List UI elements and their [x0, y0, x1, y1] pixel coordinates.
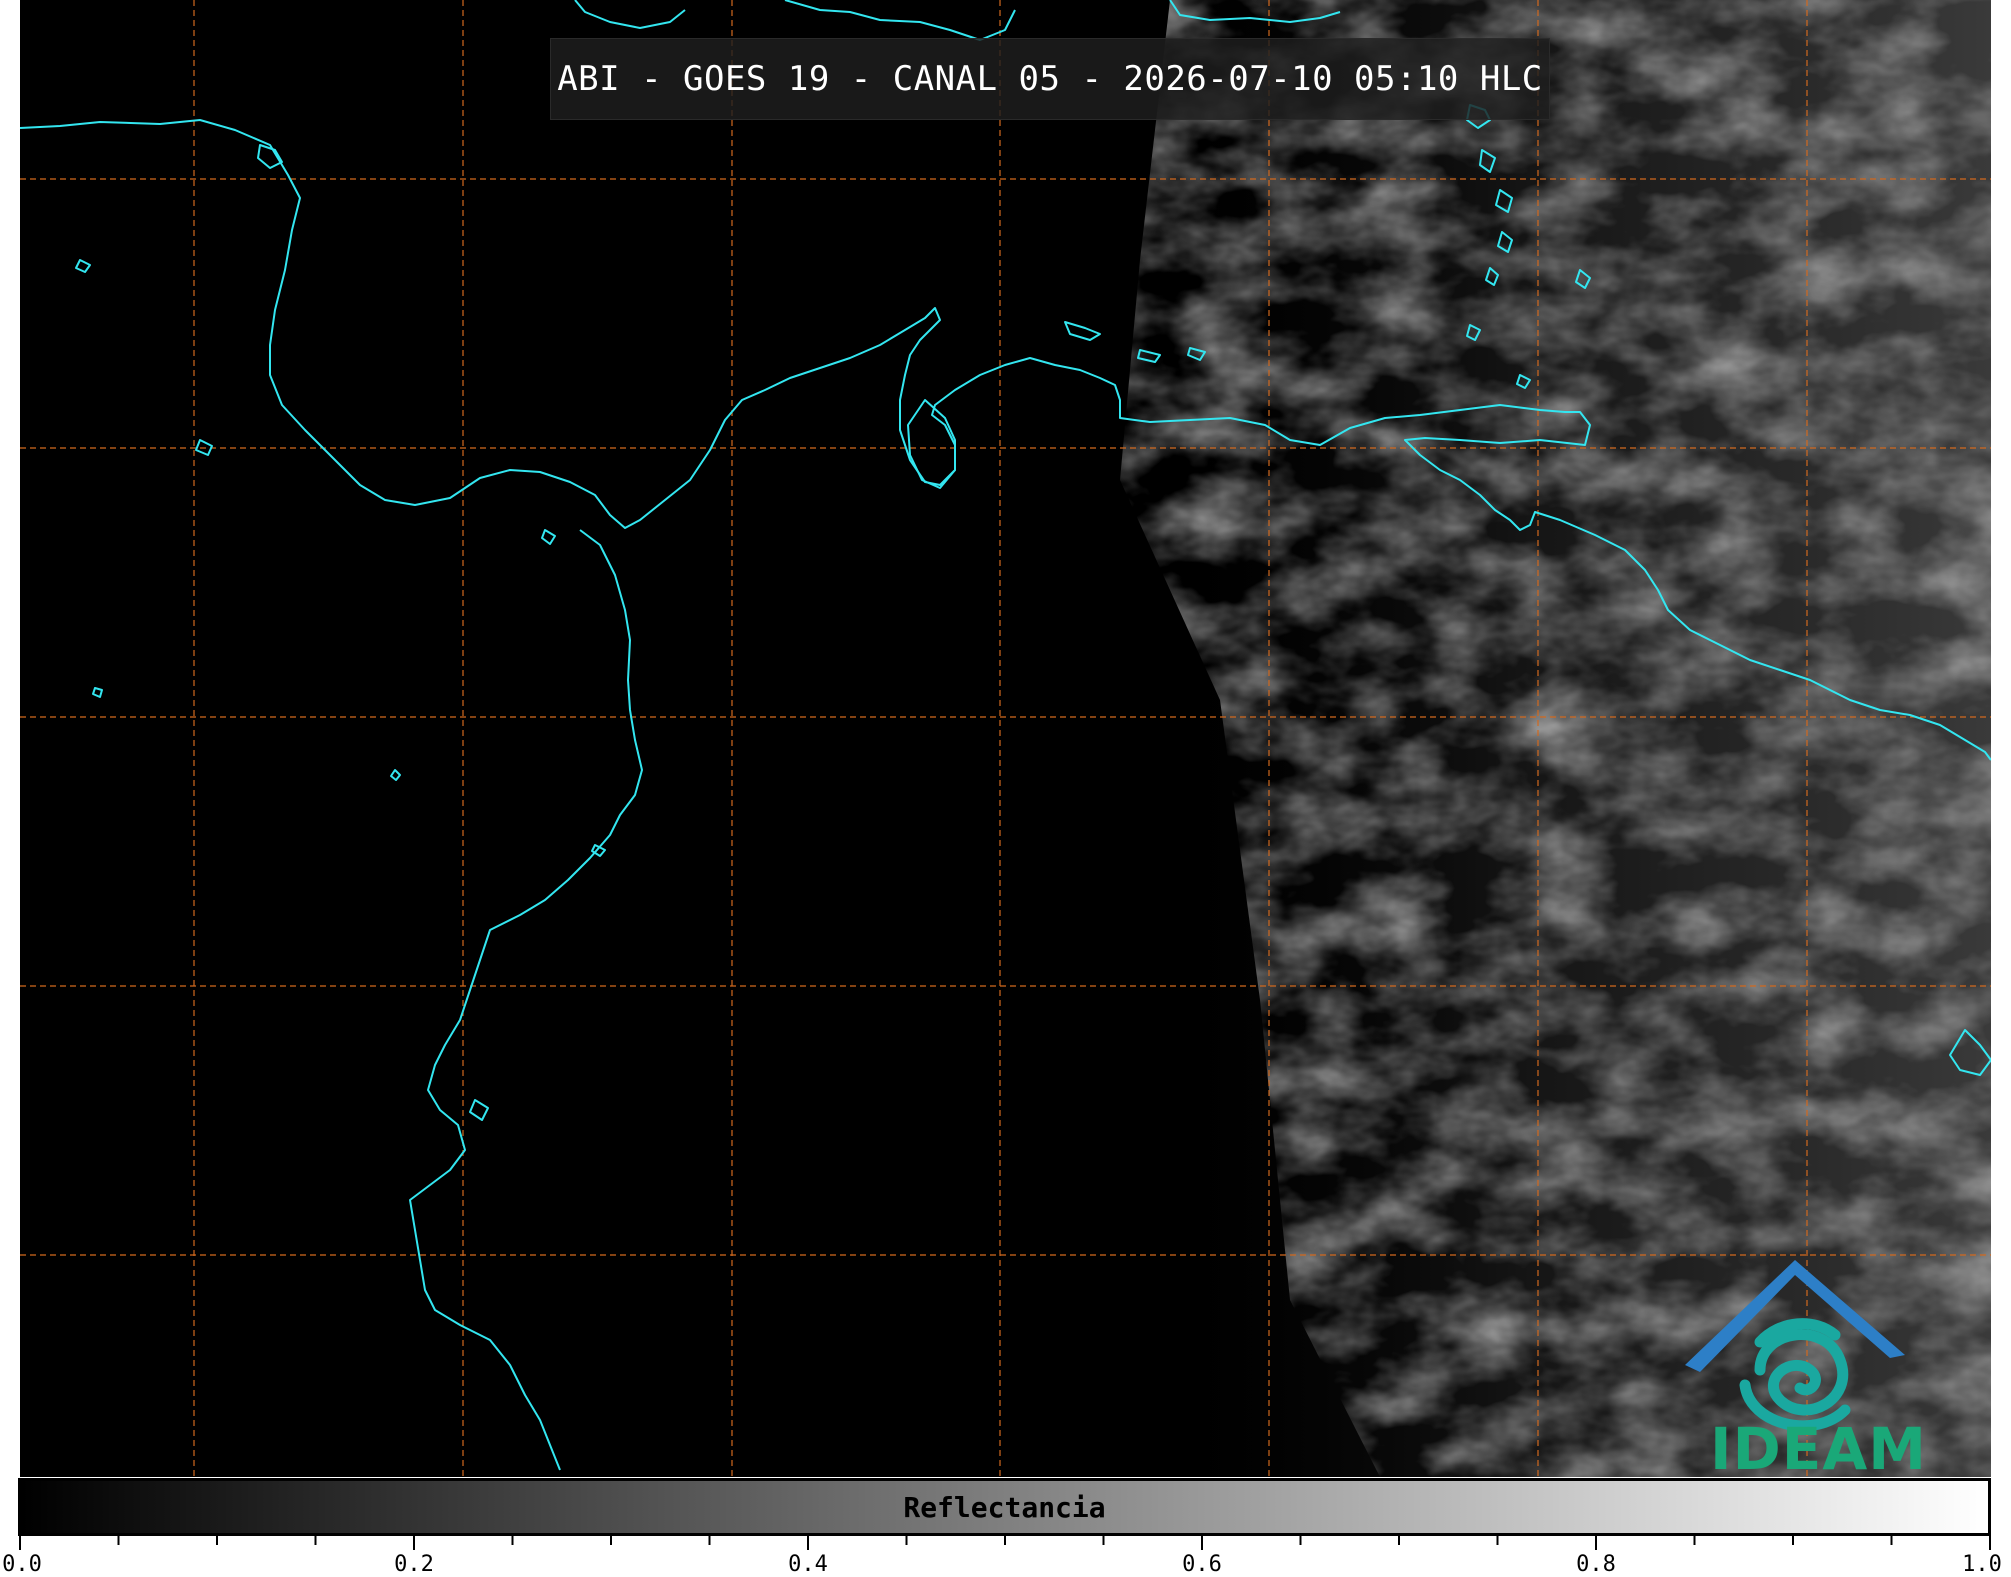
colorbar-ticks	[19, 1536, 1991, 1550]
colorbar-tick-label: 0.4	[788, 1552, 828, 1577]
coastline-pacific	[409, 529, 643, 1471]
logo-roof-icon	[1685, 1260, 1905, 1372]
colorbar-tick-label: 0.8	[1576, 1552, 1616, 1577]
colorbar-tick-label: 0.2	[394, 1552, 434, 1577]
colorbar-tick-label: 1.0	[1962, 1552, 2002, 1577]
colorbar-tick-label: 0.6	[1182, 1552, 1222, 1577]
colorbar: Reflectancia	[18, 1478, 1991, 1536]
coastline-antilles	[574, 0, 686, 29]
title-banner: ABI - GOES 19 - CANAL 05 - 2026-07-10 05…	[550, 38, 1550, 120]
logo-text: IDEAM	[1710, 1415, 1927, 1477]
logo-swirl-icon	[1739, 1318, 1851, 1432]
colorbar-label: Reflectancia	[903, 1490, 1106, 1524]
colorbar-tick-label: 0.0	[2, 1552, 42, 1577]
map-title: ABI - GOES 19 - CANAL 05 - 2026-07-10 05…	[557, 59, 1543, 99]
satellite-map: ABI - GOES 19 - CANAL 05 - 2026-07-10 05…	[20, 0, 1991, 1477]
